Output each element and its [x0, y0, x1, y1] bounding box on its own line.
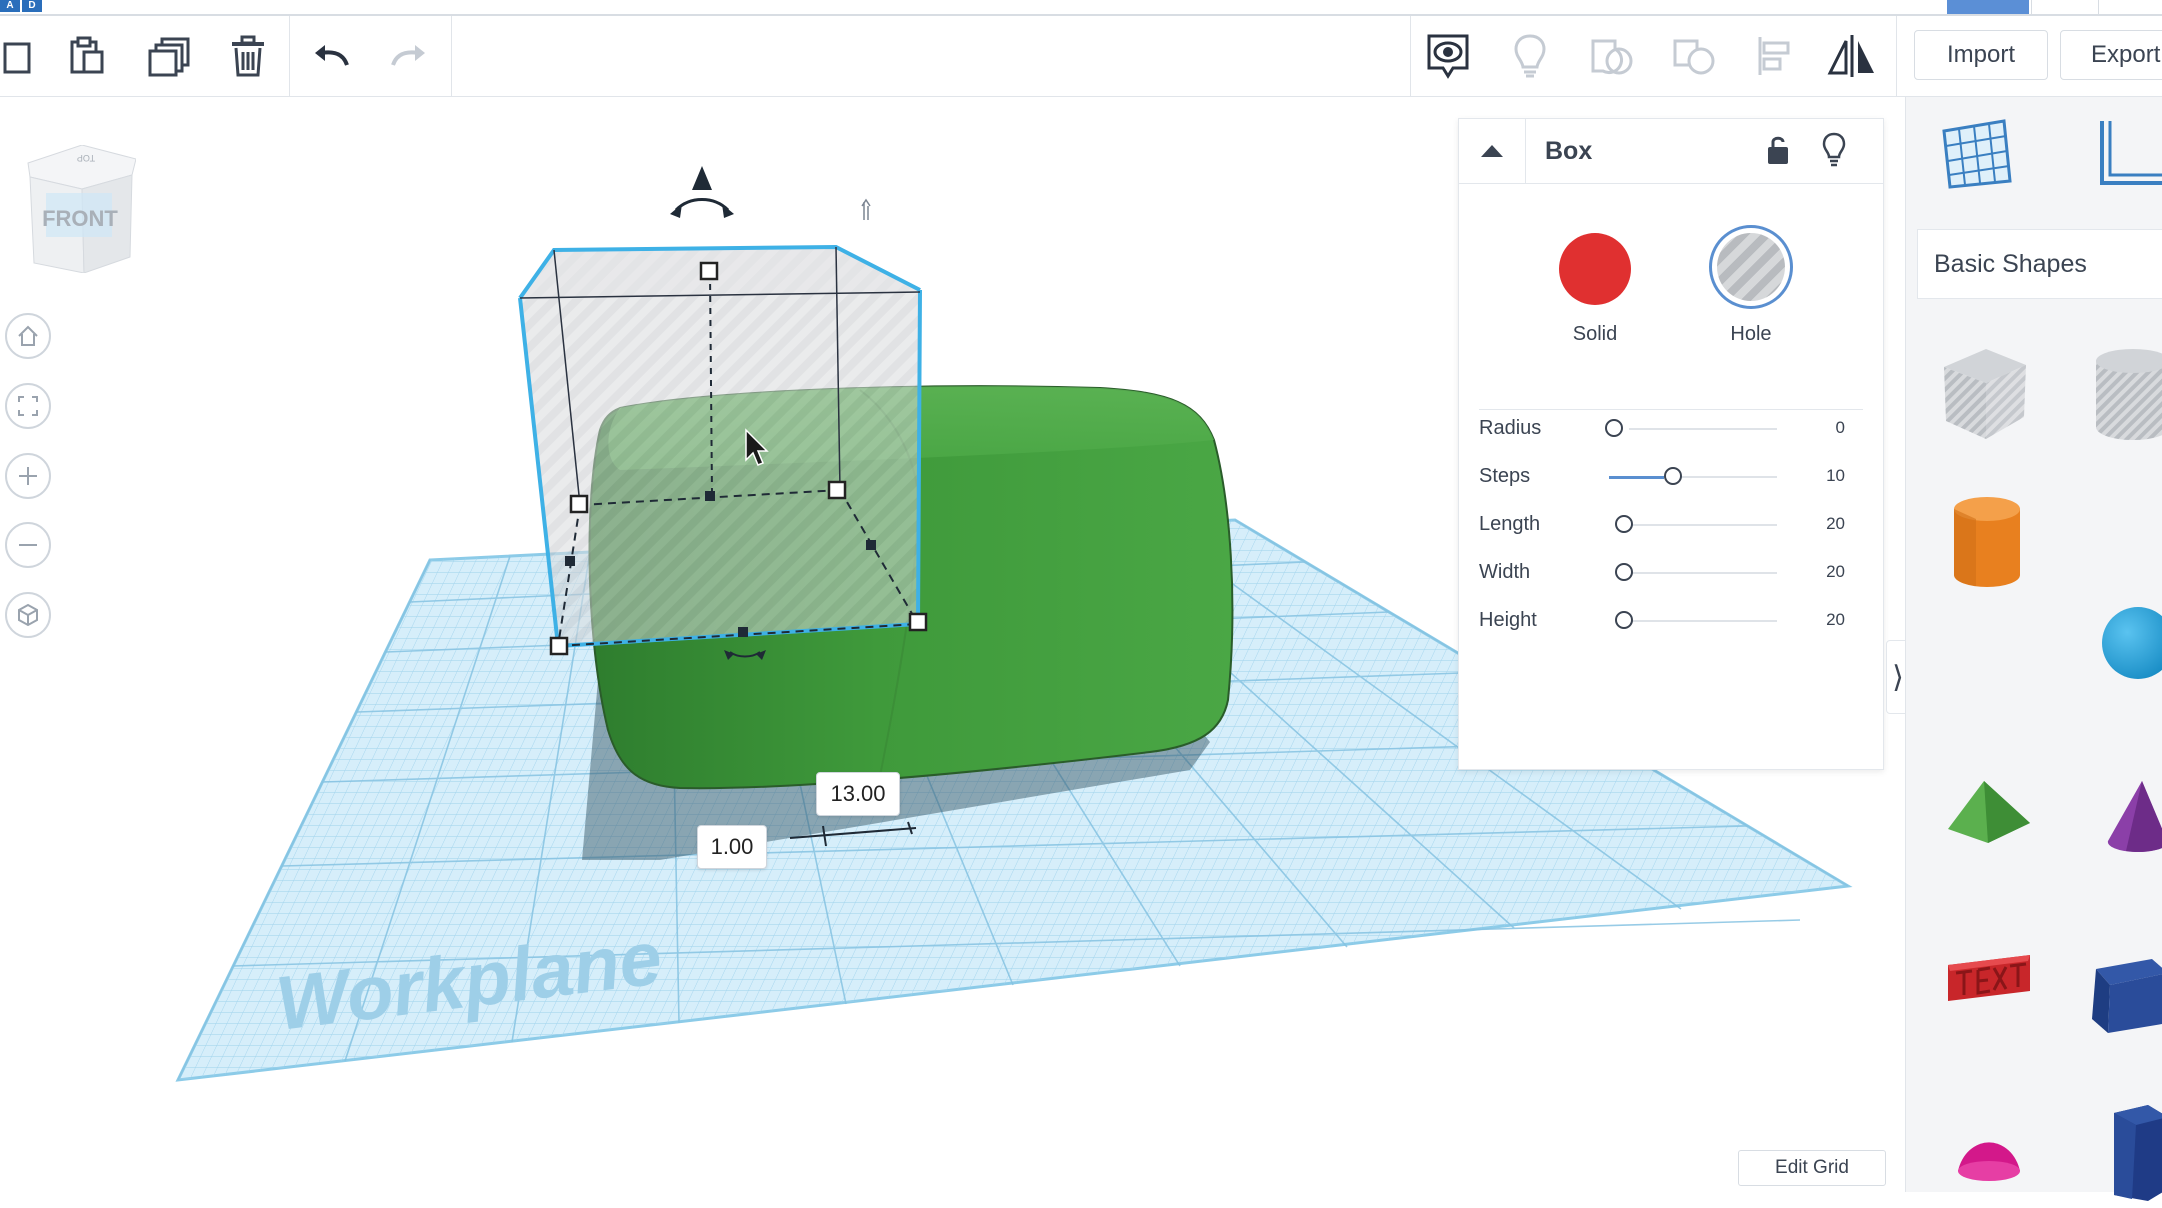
delete-icon[interactable] — [212, 16, 284, 96]
tinkercad-logo[interactable]: AD — [0, 0, 44, 12]
hole-box[interactable] — [518, 244, 922, 649]
param-slider-track[interactable] — [1629, 620, 1777, 622]
param-value[interactable]: 20 — [1826, 514, 1845, 534]
group-icon[interactable] — [1576, 16, 1648, 96]
lift-handle-icon[interactable] — [861, 198, 871, 220]
param-slider-track[interactable] — [1629, 524, 1777, 526]
app-top-bar: AD — [0, 0, 2162, 16]
param-slider-track[interactable] — [1629, 572, 1777, 574]
fit-icon — [18, 396, 38, 416]
hole-swatch[interactable] — [1717, 233, 1785, 301]
design-tab[interactable] — [2031, 0, 2099, 14]
param-value[interactable]: 10 — [1826, 466, 1845, 486]
mirror-icon[interactable] — [1816, 16, 1888, 96]
param-slider-knob[interactable] — [1664, 467, 1683, 485]
inspector-header: Box — [1459, 119, 1883, 184]
import-button[interactable]: Import — [1914, 30, 2048, 80]
edit-grid-button[interactable]: Edit Grid — [1738, 1150, 1886, 1186]
new-shape-icon[interactable] — [0, 16, 52, 96]
param-row-height: Height 20 — [1479, 601, 1865, 641]
dimension-x-label[interactable]: 13.00 — [816, 772, 900, 816]
ruler-tool-icon[interactable] — [2096, 119, 2162, 194]
home-icon — [18, 325, 38, 346]
hint-bulb-icon[interactable] — [1494, 16, 1566, 96]
param-row-width: Width 20 — [1479, 553, 1865, 593]
param-value[interactable]: 20 — [1826, 562, 1845, 582]
redo-icon[interactable] — [373, 16, 445, 96]
param-slider-track[interactable] — [1629, 428, 1777, 430]
perspective-button[interactable] — [5, 592, 51, 638]
corner-handle — [569, 494, 589, 514]
view-cube[interactable]: TOP FRONT — [24, 144, 137, 274]
roof-shape[interactable] — [1946, 777, 2032, 852]
workplane-tool-icon[interactable] — [1942, 119, 2014, 194]
align-icon[interactable] — [1738, 16, 1810, 96]
param-slider-fill — [1609, 476, 1665, 479]
height-handle — [699, 261, 719, 281]
bulb-icon[interactable] — [1821, 131, 1847, 172]
cylinder-shape[interactable] — [1952, 495, 2022, 596]
corner-handle — [827, 480, 847, 500]
minus-icon — [19, 544, 37, 546]
half-sphere-shape[interactable] — [1956, 1127, 2022, 1190]
duplicate-icon[interactable] — [134, 16, 206, 96]
corner-handle — [549, 636, 569, 656]
param-label: Length — [1479, 513, 1541, 535]
corner-handle — [908, 612, 928, 632]
solid-label: Solid — [1572, 323, 1618, 345]
design-tab-active[interactable] — [1947, 0, 2029, 14]
dimension-y-label[interactable]: 1.00 — [697, 825, 767, 869]
view-cube-top-label: TOP — [77, 153, 95, 163]
undo-icon[interactable] — [295, 16, 367, 96]
param-slider-knob[interactable] — [1615, 611, 1634, 629]
zoom-in-button[interactable] — [5, 453, 51, 499]
cylinder-hole-shape[interactable] — [2090, 343, 2162, 448]
toolbar: Import Export — [0, 16, 2162, 97]
collapse-inspector-button[interactable] — [1459, 119, 1526, 183]
param-slider-knob[interactable] — [1615, 515, 1634, 533]
param-label: Radius — [1479, 417, 1542, 439]
hole-label: Hole — [1730, 323, 1772, 345]
zoom-out-button[interactable] — [5, 522, 51, 568]
param-slider-knob[interactable] — [1615, 563, 1634, 581]
param-label: Width — [1479, 561, 1531, 583]
param-row-steps: Steps 10 — [1479, 457, 1865, 497]
param-value[interactable]: 0 — [1836, 418, 1845, 438]
param-label: Height — [1479, 609, 1537, 631]
param-row-radius: Radius 0 — [1479, 409, 1865, 449]
param-row-length: Length 20 — [1479, 505, 1865, 545]
box-hole-shape[interactable] — [1940, 341, 2030, 446]
cube-icon — [18, 603, 38, 627]
caret-up-icon — [1481, 145, 1503, 157]
shape-title: Box — [1545, 137, 1593, 165]
sphere-shape[interactable] — [2098, 603, 2162, 688]
category-label: Basic Shapes — [1934, 250, 2087, 278]
chevron-right-icon: ⟩ — [1892, 660, 1904, 694]
box-shape[interactable] — [2086, 957, 2162, 1038]
plus-icon — [19, 467, 37, 485]
ungroup-icon[interactable] — [1658, 16, 1730, 96]
view-cube-front-label: FRONT — [42, 206, 118, 231]
home-view-button[interactable] — [5, 313, 51, 359]
show-hide-icon[interactable] — [1412, 16, 1484, 96]
solid-color-swatch[interactable] — [1559, 233, 1631, 305]
lock-icon[interactable] — [1765, 133, 1791, 172]
param-label: Steps — [1479, 465, 1531, 487]
text-shape[interactable] — [1944, 947, 2034, 1012]
export-button[interactable]: Export — [2060, 30, 2162, 80]
fit-view-button[interactable] — [5, 383, 51, 429]
paste-icon[interactable] — [50, 16, 122, 96]
shape-library: Basic Shapes — [1905, 97, 2162, 1201]
polygon-shape[interactable] — [2096, 1103, 2162, 1208]
rotate-handle-icon[interactable] — [670, 166, 734, 218]
param-slider-knob[interactable] — [1605, 419, 1623, 437]
shape-inspector-panel: Box Solid Hole Radius 0 Steps 10 Length 20 Wid… — [1458, 118, 1884, 770]
category-dropdown[interactable]: Basic Shapes — [1917, 229, 2162, 299]
param-value[interactable]: 20 — [1826, 610, 1845, 630]
cone-shape[interactable] — [2106, 777, 2162, 862]
